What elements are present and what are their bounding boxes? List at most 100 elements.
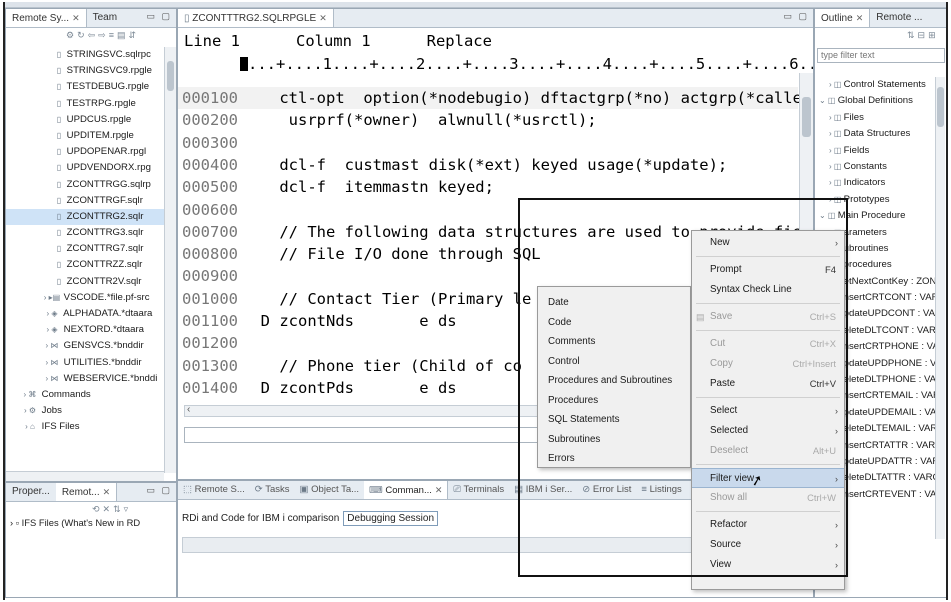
outline-item[interactable]: › ◫ Control Statements — [815, 77, 945, 93]
tree-item[interactable]: › ⌘ Commands — [6, 387, 176, 403]
outline-item[interactable]: › ◫ Constants — [815, 159, 945, 175]
code-line[interactable]: 000600 — [178, 199, 798, 221]
outline-scroll-thumb[interactable] — [937, 87, 944, 127]
outline-item[interactable]: › ◫ Fields — [815, 143, 945, 159]
filter-submenu-item[interactable]: Comments — [538, 332, 690, 352]
tree-item[interactable]: ▯ UPDITEM.rpgle — [6, 128, 176, 144]
context-menu-item[interactable]: Deselect Alt+U — [692, 441, 844, 461]
tree-item[interactable]: › ⚙ Jobs — [6, 403, 176, 419]
close-icon[interactable]: ✕ — [72, 13, 80, 23]
context-menu-item[interactable]: Cut Ctrl+X — [692, 334, 844, 354]
bottom-tab[interactable]: ⟳ Tasks — [250, 481, 295, 499]
filter-submenu-item[interactable]: Procedures and Subroutines — [538, 371, 690, 391]
comparison-label[interactable]: RDi and Code for IBM i comparison — [182, 513, 339, 524]
tab-properties[interactable]: Proper... — [6, 483, 56, 501]
scroll-left-icon[interactable]: ‹ — [187, 404, 190, 415]
outline-item[interactable]: › ◫ Prototypes — [815, 192, 945, 208]
code-line[interactable]: 000400 dcl-f custmast disk(*ext) keyed u… — [178, 154, 798, 176]
tree-scrollbar[interactable] — [164, 47, 176, 473]
bottom-tab[interactable]: ▤ IBM i Ser... — [509, 481, 577, 499]
code-line[interactable]: 000100 ctl-opt option(*nodebugio) dftact… — [178, 87, 813, 109]
tab-source-file[interactable]: ▯ ZCONTTTRG2.SQLRPGLE ✕ — [178, 9, 334, 27]
close-icon[interactable]: ✕ — [103, 487, 111, 497]
tab-outline[interactable]: Outline ✕ — [815, 9, 871, 27]
context-menu-item[interactable]: Select › — [692, 401, 844, 421]
context-menu-item[interactable]: New › — [692, 233, 844, 253]
tree-item[interactable]: ▯ TESTRPG.rpgle — [6, 96, 176, 112]
tree-hscrollbar[interactable] — [6, 471, 164, 481]
tab-remote-scratchpad[interactable]: Remot... ✕ — [55, 483, 118, 501]
minimize-maximize-icons[interactable]: ▭ ▢ — [146, 485, 172, 496]
tab-remote[interactable]: Remote ... — [870, 9, 928, 27]
context-menu-item[interactable]: Paste Ctrl+V — [692, 374, 844, 394]
tree-item[interactable]: › ▸▤ VSCODE.*file.pf-src — [6, 290, 176, 306]
close-icon[interactable]: ✕ — [856, 13, 864, 23]
tree-item[interactable]: ▯ ZCONTTRGG.sqlrp — [6, 177, 176, 193]
close-icon[interactable]: ✕ — [435, 485, 443, 495]
debugging-session-tab[interactable]: Debugging Session — [343, 511, 439, 526]
tree-item[interactable]: ▯ UPDOPENAR.rpgl — [6, 144, 176, 160]
outline-item[interactable]: ⌄ ◫ Main Procedure — [815, 208, 945, 224]
tree-scroll-thumb[interactable] — [167, 61, 174, 91]
filter-submenu-item[interactable]: Errors — [538, 449, 690, 469]
outline-item[interactable]: ⌄ ◫ Global Definitions — [815, 93, 945, 109]
outline-item[interactable]: › ◫ Data Structures — [815, 126, 945, 142]
code-line[interactable]: 000200 usrprf(*owner) alwnull(*usrctl); — [178, 109, 798, 131]
context-menu-item[interactable]: Copy Ctrl+Insert — [692, 354, 844, 374]
tree-item[interactable]: › ⋈ GENSVCS.*bnddir — [6, 338, 176, 354]
bottom-tab[interactable]: ⬚ Remote S... — [178, 481, 250, 499]
outline-toolbar-icons[interactable]: ⇅⊟⊞ — [907, 30, 939, 41]
tree-item[interactable]: › ⋈ UTILITIES.*bnddir — [6, 355, 176, 371]
context-menu-item[interactable]: Refactor › — [692, 515, 844, 535]
tree-item[interactable]: ▯ ZCONTTRG7.sqlr — [6, 241, 176, 257]
filter-submenu-item[interactable]: Control — [538, 352, 690, 372]
filter-submenu-item[interactable]: Procedures — [538, 391, 690, 411]
tree-item[interactable]: ▯ STRINGSVC.sqlrpc — [6, 47, 176, 63]
context-menu-item[interactable]: Prompt F4 — [692, 260, 844, 280]
tree-item[interactable]: ▯ ZCONTTR2V.sqlr — [6, 274, 176, 290]
tree-item[interactable]: ▯ ZCONTTRZZ.sqlr — [6, 257, 176, 273]
tree-item[interactable]: ▯ UPDVENDORX.rpg — [6, 160, 176, 176]
editor-scroll-thumb[interactable] — [802, 97, 811, 137]
filter-submenu-item[interactable]: SQL Statements — [538, 410, 690, 430]
tab-remote-systems[interactable]: Remote Sy... ✕ — [6, 9, 87, 27]
tree-item[interactable]: ▯ ZCONTTRG2.sqlr — [6, 208, 176, 226]
context-menu-item[interactable]: Filter view › — [692, 468, 844, 488]
minimize-maximize-icons[interactable]: ▭ ▢ — [146, 11, 172, 22]
tree-item[interactable]: ▯ STRINGSVC9.rpgle — [6, 63, 176, 79]
tab-team[interactable]: Team — [87, 9, 123, 27]
minimize-maximize-icons[interactable]: ▭ ▢ — [783, 11, 809, 22]
remote-toolbar-icons[interactable]: ⚙↻⇦⇨≡▤⇵ — [66, 30, 139, 41]
filter-submenu-item[interactable]: Subroutines — [538, 430, 690, 450]
scratchpad-toolbar-icons[interactable]: ⟲✕⇅▿ — [92, 504, 131, 515]
code-line[interactable]: 000300 — [178, 132, 798, 154]
tree-item[interactable]: › ◈ NEXTORD.*dtaara — [6, 322, 176, 338]
tree-item[interactable]: ▯ TESTDEBUG.rpgle — [6, 79, 176, 95]
bottom-tab[interactable]: ⌨ Comman... ✕ — [364, 481, 449, 499]
tree-item[interactable]: ▯ ZCONTTRG3.sqlr — [6, 225, 176, 241]
context-menu-item[interactable]: Source › — [692, 535, 844, 555]
tree-item[interactable]: ▯ ZCONTTRGF.sqlr — [6, 193, 176, 209]
ifs-files-row[interactable]: › ▫ IFS Files (What's New in RD — [10, 517, 140, 528]
tree-item[interactable]: › ⋈ WEBSERVICE.*bnddi — [6, 371, 176, 387]
context-menu-item[interactable]: Syntax Check Line — [692, 280, 844, 300]
bottom-tab[interactable]: ⊘ Error List — [577, 481, 636, 499]
close-icon[interactable]: ✕ — [319, 13, 327, 23]
context-menu-item[interactable]: View › — [692, 555, 844, 575]
code-line[interactable]: 000500 dcl-f itemmastn keyed; — [178, 176, 798, 198]
bottom-tab[interactable]: ⎚ Terminals — [448, 481, 509, 499]
outline-filter-input[interactable]: type filter text — [817, 48, 945, 63]
filter-submenu-item[interactable]: Code — [538, 313, 690, 333]
filter-submenu-item[interactable]: Date — [538, 293, 690, 313]
outline-scrollbar[interactable] — [935, 77, 945, 539]
tree-item[interactable]: › ◈ ALPHADATA.*dtaara — [6, 306, 176, 322]
context-menu-item[interactable]: Selected › — [692, 421, 844, 441]
bottom-tab[interactable]: ≡ Listings — [636, 481, 686, 499]
context-menu-item[interactable]: Show all Ctrl+W — [692, 488, 844, 508]
outline-item[interactable]: › ◫ Files — [815, 110, 945, 126]
bottom-tab[interactable]: ▣ Object Ta... — [295, 481, 365, 499]
context-menu-item[interactable]: Save Ctrl+S ▤ — [692, 307, 844, 327]
tree-item[interactable]: ▯ UPDCUS.rpgle — [6, 112, 176, 128]
tree-item[interactable]: › ⌂ IFS Files — [6, 419, 176, 435]
outline-item[interactable]: › ◫ Indicators — [815, 175, 945, 191]
